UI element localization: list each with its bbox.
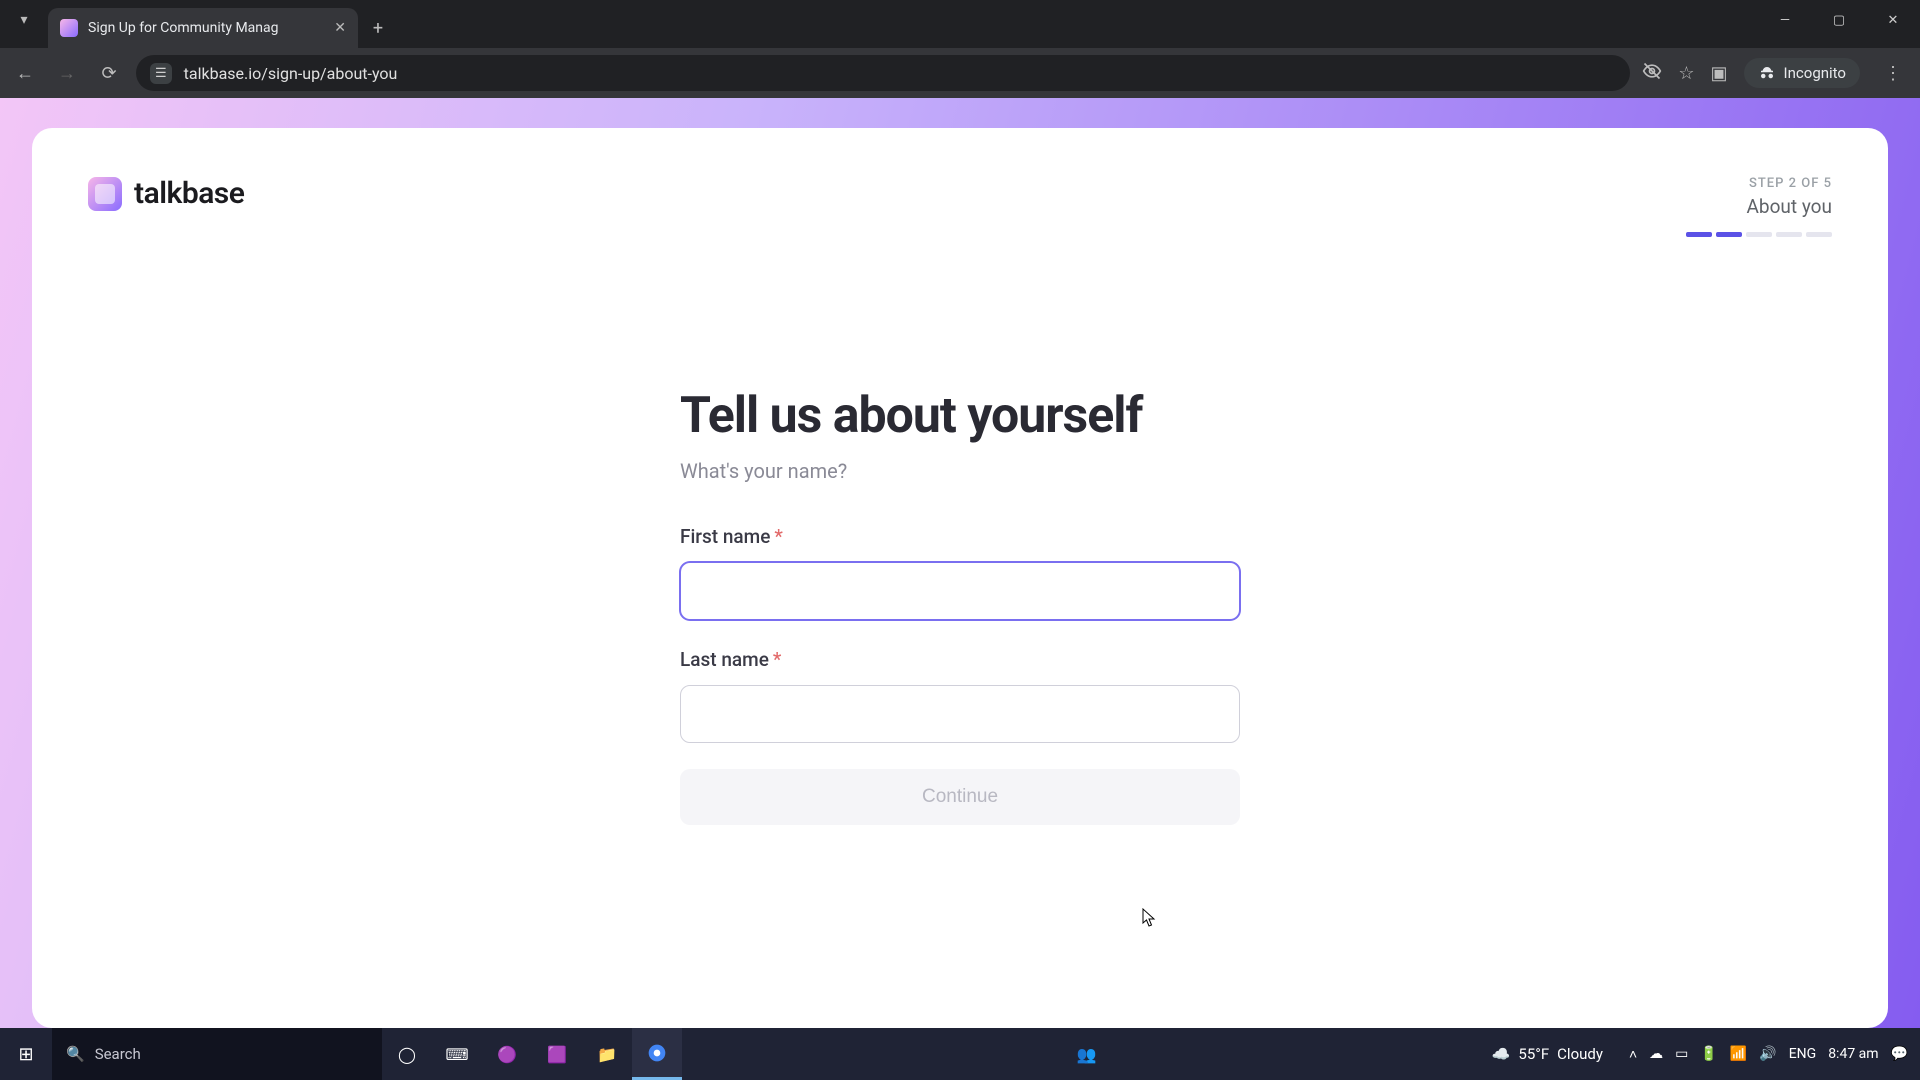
tray-clock[interactable]: 8:47 am <box>1828 1046 1878 1062</box>
page-title: Tell us about yourself <box>680 387 1240 445</box>
required-asterisk: * <box>774 525 782 548</box>
signup-form: Tell us about yourself What's your name?… <box>680 387 1240 825</box>
search-icon: 🔍 <box>66 1045 85 1063</box>
last-name-field: Last name* <box>680 648 1240 743</box>
weather-cond: Cloudy <box>1557 1045 1603 1063</box>
tray-meet-icon[interactable]: ▭ <box>1675 1046 1688 1062</box>
start-button[interactable]: ⊞ <box>0 1044 52 1065</box>
taskbar-search[interactable]: 🔍 Search <box>52 1028 382 1080</box>
first-name-field: First name* <box>680 525 1240 620</box>
page-viewport: talkbase STEP 2 OF 5 About you Tell us a… <box>0 98 1920 1028</box>
bookmark-icon[interactable]: ☆ <box>1678 63 1694 84</box>
taskbar-file-explorer[interactable]: 📁 <box>582 1028 632 1080</box>
incognito-indicator[interactable]: Incognito <box>1744 58 1860 88</box>
progress-seg-2 <box>1716 232 1742 237</box>
new-tab-button[interactable]: + <box>358 8 398 48</box>
first-name-input[interactable] <box>680 562 1240 620</box>
progress-seg-5 <box>1806 232 1832 237</box>
brand-name: talkbase <box>134 176 244 211</box>
continue-button[interactable]: Continue <box>680 769 1240 825</box>
close-icon[interactable]: ✕ <box>334 20 346 36</box>
progress-seg-1 <box>1686 232 1712 237</box>
browser-menu-button[interactable]: ⋮ <box>1876 63 1910 84</box>
step-indicator: STEP 2 OF 5 About you <box>1686 176 1832 237</box>
side-panel-icon[interactable]: ▣ <box>1711 63 1728 84</box>
minimize-button[interactable]: — <box>1758 0 1812 40</box>
url-text: talkbase.io/sign-up/about-you <box>184 64 398 83</box>
windows-taskbar: ⊞ 🔍 Search ◯ ⌨ 🟣 🟪 📁 👥 ☁️ 55°F Cloudy ˄ … <box>0 1028 1920 1080</box>
brand-logo[interactable]: talkbase <box>88 176 244 211</box>
tray-wifi-icon[interactable]: 📶 <box>1730 1046 1747 1062</box>
taskbar-people-icon[interactable]: 👥 <box>1062 1028 1112 1080</box>
step-name: About you <box>1686 195 1832 218</box>
taskbar-app-2[interactable]: 🟪 <box>532 1028 582 1080</box>
taskbar-weather[interactable]: ☁️ 55°F Cloudy <box>1492 1045 1603 1063</box>
required-asterisk: * <box>773 648 781 671</box>
tab-title: Sign Up for Community Manag <box>88 20 324 36</box>
close-window-button[interactable]: ✕ <box>1866 0 1920 40</box>
incognito-icon <box>1758 64 1776 82</box>
tab-favicon-icon <box>60 19 78 37</box>
browser-toolbar: ← → ⟳ ☰ talkbase.io/sign-up/about-you ☆ … <box>0 48 1920 98</box>
tab-search-dropdown[interactable]: ▾ <box>0 0 48 40</box>
taskbar-chrome[interactable] <box>632 1028 682 1080</box>
signup-card: talkbase STEP 2 OF 5 About you Tell us a… <box>32 128 1888 1028</box>
system-tray: ˄ ☁ ▭ 🔋 📶 🔊 ENG 8:47 am 💬 <box>1617 1046 1920 1063</box>
tray-battery-icon[interactable]: 🔋 <box>1700 1046 1717 1062</box>
taskbar-cortana-icon[interactable]: ⌨ <box>432 1028 482 1080</box>
step-label: STEP 2 OF 5 <box>1686 176 1832 191</box>
search-placeholder: Search <box>95 1045 141 1063</box>
site-settings-icon[interactable]: ☰ <box>150 63 172 84</box>
maximize-button[interactable]: ▢ <box>1812 0 1866 40</box>
progress-seg-4 <box>1776 232 1802 237</box>
tray-chevron-icon[interactable]: ˄ <box>1629 1046 1637 1063</box>
incognito-label: Incognito <box>1784 64 1846 82</box>
address-bar[interactable]: ☰ talkbase.io/sign-up/about-you <box>136 55 1630 91</box>
weather-icon: ☁️ <box>1492 1045 1511 1063</box>
first-name-label: First name* <box>680 525 783 548</box>
back-button[interactable]: ← <box>10 63 40 84</box>
taskbar-app-1[interactable]: 🟣 <box>482 1028 532 1080</box>
task-view-button[interactable]: ◯ <box>382 1028 432 1080</box>
brand-mark-icon <box>88 177 122 211</box>
browser-tab-active[interactable]: Sign Up for Community Manag ✕ <box>48 8 358 48</box>
last-name-input[interactable] <box>680 685 1240 743</box>
progress-seg-3 <box>1746 232 1772 237</box>
tracking-off-icon[interactable] <box>1642 61 1662 86</box>
forward-button[interactable]: → <box>52 63 82 84</box>
page-subtitle: What's your name? <box>680 459 1240 483</box>
chevron-down-icon: ▾ <box>20 12 27 28</box>
weather-temp: 55°F <box>1518 1045 1549 1063</box>
browser-titlebar: ▾ Sign Up for Community Manag ✕ + — ▢ ✕ <box>0 0 1920 48</box>
reload-button[interactable]: ⟳ <box>94 63 124 84</box>
window-controls: — ▢ ✕ <box>1758 0 1920 40</box>
tray-volume-icon[interactable]: 🔊 <box>1759 1046 1776 1062</box>
tray-onedrive-icon[interactable]: ☁ <box>1649 1046 1663 1062</box>
tray-language[interactable]: ENG <box>1789 1046 1816 1062</box>
last-name-label: Last name* <box>680 648 781 671</box>
tray-notifications-icon[interactable]: 💬 <box>1891 1046 1908 1062</box>
progress-bar <box>1686 232 1832 237</box>
